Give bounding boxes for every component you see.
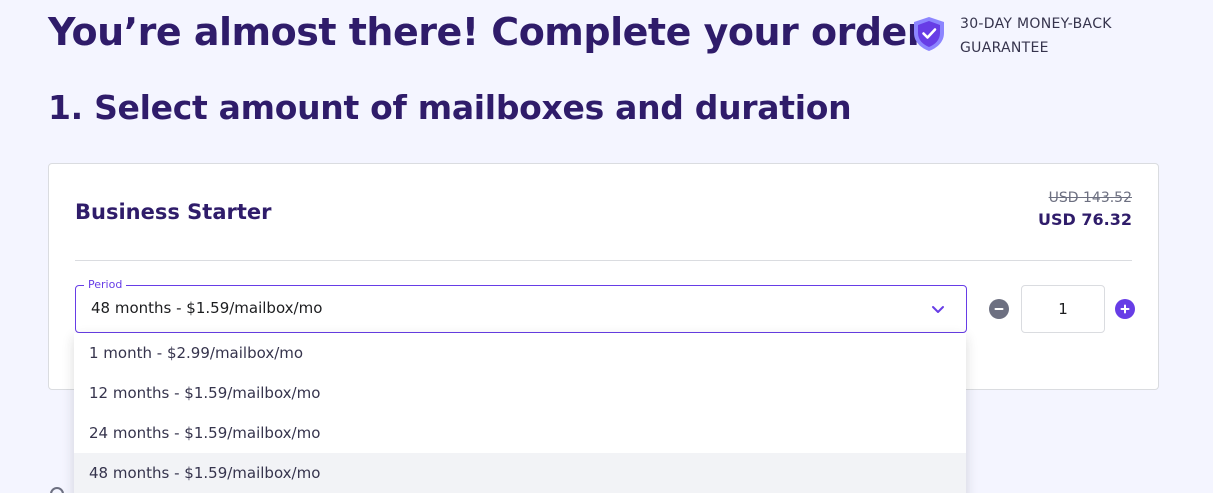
period-selected-value: 48 months - $1.59/mailbox/mo <box>91 299 323 317</box>
divider <box>75 260 1132 261</box>
plan-name: Business Starter <box>75 200 272 224</box>
new-price: USD 76.32 <box>1038 210 1132 229</box>
quantity-stepper <box>989 285 1135 333</box>
period-option-12-months[interactable]: 12 months - $1.59/mailbox/mo <box>74 373 966 413</box>
decrease-quantity-button[interactable] <box>989 299 1009 319</box>
increase-quantity-button[interactable] <box>1115 299 1135 319</box>
radio-button[interactable] <box>50 487 64 493</box>
period-option-1-month[interactable]: 1 month - $2.99/mailbox/mo <box>74 333 966 373</box>
period-option-48-months[interactable]: 48 months - $1.59/mailbox/mo <box>74 453 966 493</box>
period-option-24-months[interactable]: 24 months - $1.59/mailbox/mo <box>74 413 966 453</box>
chevron-down-icon <box>932 306 944 313</box>
plus-icon <box>1120 304 1130 314</box>
minus-icon <box>994 308 1004 310</box>
guarantee-line-2: GUARANTEE <box>960 40 1049 56</box>
period-label: Period <box>84 278 127 292</box>
quantity-input[interactable] <box>1021 285 1105 333</box>
guarantee-line-1: 30-DAY MONEY-BACK <box>960 16 1112 32</box>
period-dropdown-menu: 1 month - $2.99/mailbox/mo 12 months - $… <box>74 333 966 493</box>
shield-check-icon <box>914 17 944 51</box>
money-back-guarantee: 30-DAY MONEY-BACK GUARANTEE <box>912 12 1112 60</box>
page-title: You’re almost there! Complete your order <box>48 10 926 54</box>
period-select[interactable]: Period 48 months - $1.59/mailbox/mo <box>75 278 967 333</box>
price-block: USD 143.52 USD 76.32 <box>1038 190 1132 229</box>
section-title: 1. Select amount of mailboxes and durati… <box>48 88 852 127</box>
guarantee-text: 30-DAY MONEY-BACK GUARANTEE <box>960 12 1112 60</box>
old-price: USD 143.52 <box>1048 190 1132 206</box>
